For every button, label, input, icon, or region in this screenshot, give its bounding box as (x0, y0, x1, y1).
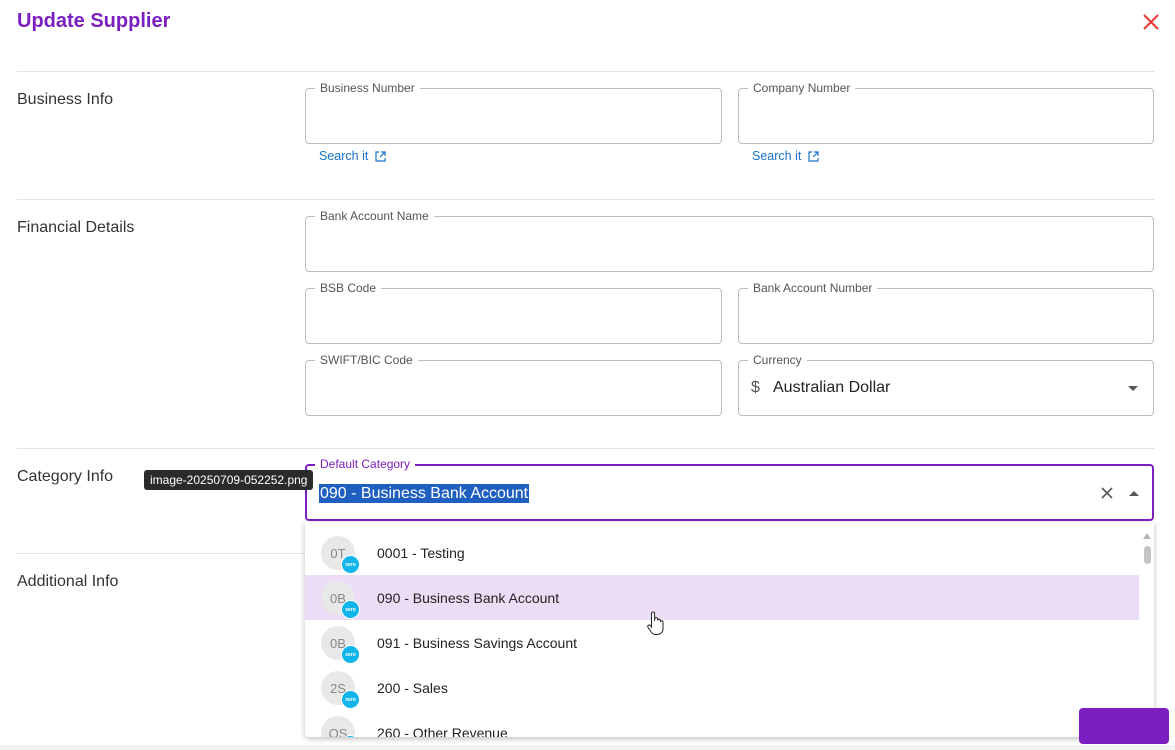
xero-badge-icon: xero (341, 645, 360, 664)
divider (17, 71, 1154, 72)
category-option[interactable]: 2S xero 200 - Sales (305, 665, 1139, 710)
swift-bic-code-label: SWIFT/BIC Code (315, 353, 418, 367)
category-option[interactable]: OS xero 260 - Other Revenue (305, 710, 1139, 737)
close-icon[interactable] (1140, 11, 1162, 33)
divider (17, 199, 1154, 200)
search-link-label: Search it (319, 149, 369, 163)
divider (17, 448, 1154, 449)
currency-label: Currency (748, 353, 807, 367)
category-option[interactable]: 0T xero 0001 - Testing (305, 530, 1139, 575)
default-category-label: Default Category (315, 457, 416, 471)
section-label-financial-details: Financial Details (17, 219, 135, 236)
swift-bic-code-field[interactable]: SWIFT/BIC Code (305, 353, 722, 416)
currency-symbol: $ (751, 379, 760, 396)
default-category-autocomplete[interactable]: Default Category 090 - Business Bank Acc… (305, 457, 1154, 521)
section-label-business-info: Business Info (17, 91, 114, 108)
dialog-title: Update Supplier (17, 10, 171, 32)
bank-account-number-label: Bank Account Number (748, 281, 878, 295)
category-option-active[interactable]: 0B xero 090 - Business Bank Account (305, 575, 1139, 620)
chevron-down-icon[interactable] (1128, 386, 1138, 391)
currency-select[interactable]: Currency $ Australian Dollar (738, 353, 1154, 416)
xero-badge-icon: xero (341, 600, 360, 619)
option-label: 200 - Sales (377, 680, 448, 696)
pointer-hand-icon (647, 611, 664, 635)
category-options-menu: 0T xero 0001 - Testing 0B xero 090 - Bus… (305, 522, 1154, 737)
scroll-up-icon[interactable] (1143, 533, 1151, 539)
section-label-additional-info: Additional Info (17, 573, 119, 590)
category-option[interactable]: 0B xero 091 - Business Savings Account (305, 620, 1139, 665)
business-number-label: Business Number (315, 81, 420, 95)
section-label-category-info: Category Info (17, 468, 114, 485)
search-link-label: Search it (752, 149, 802, 163)
bsb-code-label: BSB Code (315, 281, 382, 295)
company-number-field[interactable]: Company Number (738, 81, 1154, 144)
external-link-icon (808, 150, 819, 162)
external-link-icon (375, 150, 386, 162)
chevron-up-icon[interactable] (1129, 491, 1139, 496)
submit-button[interactable] (1079, 708, 1169, 744)
option-label: 0001 - Testing (377, 545, 465, 561)
avatar: OS (321, 716, 355, 737)
clear-icon[interactable] (1100, 486, 1114, 500)
option-label: 091 - Business Savings Account (377, 635, 578, 651)
search-business-number-link[interactable]: Search it (319, 149, 387, 163)
default-category-input[interactable]: 090 - Business Bank Account (319, 484, 530, 503)
business-number-field[interactable]: Business Number (305, 81, 722, 144)
bank-account-name-label: Bank Account Name (315, 209, 434, 223)
currency-value: Australian Dollar (773, 379, 891, 396)
update-supplier-dialog: Update Supplier Business Info Business N… (0, 0, 1175, 745)
xero-badge-icon: xero (341, 690, 360, 709)
search-company-number-link[interactable]: Search it (752, 149, 820, 163)
bank-account-number-field[interactable]: Bank Account Number (738, 281, 1154, 344)
bank-account-name-field[interactable]: Bank Account Name (305, 209, 1154, 272)
company-number-label: Company Number (748, 81, 856, 95)
option-label: 090 - Business Bank Account (377, 590, 560, 606)
xero-badge-icon: xero (341, 555, 360, 574)
scrollbar-thumb[interactable] (1144, 546, 1151, 564)
image-tooltip: image-20250709-052252.png (144, 470, 314, 490)
option-label: 260 - Other Revenue (377, 725, 508, 737)
bsb-code-field[interactable]: BSB Code (305, 281, 722, 344)
menu-scrollbar[interactable] (1141, 522, 1154, 737)
